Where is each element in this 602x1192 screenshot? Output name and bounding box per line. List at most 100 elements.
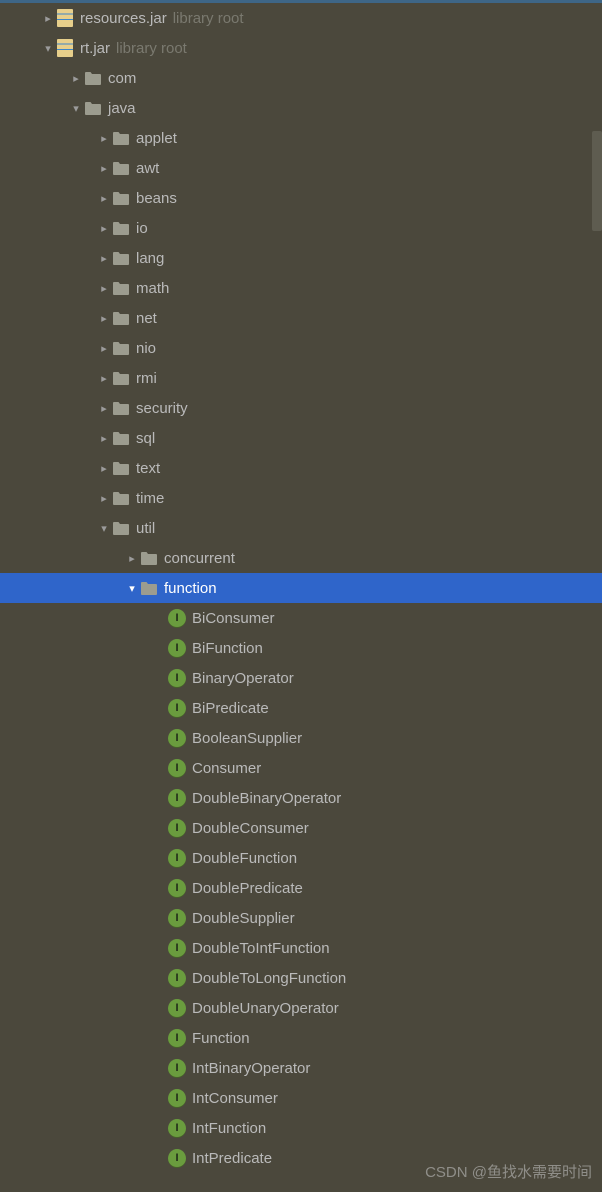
interface-icon: I <box>168 729 186 747</box>
tree-node-label: IntConsumer <box>192 1090 278 1107</box>
folder-icon <box>112 459 130 477</box>
expand-chevron-icon[interactable] <box>124 552 140 565</box>
tree-node-label: IntPredicate <box>192 1150 272 1167</box>
tree-node-label: DoublePredicate <box>192 880 303 897</box>
expand-chevron-icon[interactable] <box>96 522 112 535</box>
tree-row-rmi[interactable]: rmi <box>0 363 602 393</box>
interface-icon: I <box>168 939 186 957</box>
tree-container: resources.jarlibrary root rt.jar library r… <box>0 3 602 1173</box>
tree-row-consumer[interactable]: IConsumer <box>0 753 602 783</box>
expand-chevron-icon[interactable] <box>68 102 84 115</box>
tree-node-label: awt <box>136 160 159 177</box>
tree-row-doubleunaryoperator[interactable]: I DoubleUnaryOperator <box>0 993 602 1023</box>
tree-row-concurrent[interactable]: concurrent <box>0 543 602 573</box>
expand-chevron-icon[interactable] <box>96 462 112 475</box>
expand-chevron-icon[interactable] <box>96 372 112 385</box>
folder-icon <box>112 489 130 507</box>
folder-icon <box>112 249 130 267</box>
tree-row-net[interactable]: net <box>0 303 602 333</box>
tree-row-sql[interactable]: sql <box>0 423 602 453</box>
tree-node-label: function <box>164 580 217 597</box>
library-root-suffix: library root <box>116 40 187 57</box>
tree-row-bifunction[interactable]: IBiFunction <box>0 633 602 663</box>
tree-row-bipredicate[interactable]: IBiPredicate <box>0 693 602 723</box>
expand-chevron-icon[interactable] <box>96 252 112 265</box>
expand-chevron-icon[interactable] <box>40 12 56 25</box>
tree-node-label: security <box>136 400 188 417</box>
expand-chevron-icon[interactable] <box>96 192 112 205</box>
tree-row-booleansupplier[interactable]: IBooleanSupplier <box>0 723 602 753</box>
tree-row-doubletolongfunction[interactable]: IDoubleToLongFunction <box>0 963 602 993</box>
tree-row-awt[interactable]: awt <box>0 153 602 183</box>
tree-row-doublesupplier[interactable]: IDoubleSupplier <box>0 903 602 933</box>
tree-row-doubletointfunction[interactable]: I DoubleToIntFunction <box>0 933 602 963</box>
tree-node-label: time <box>136 490 164 507</box>
tree-row-com[interactable]: com <box>0 63 602 93</box>
tree-row-intfunction[interactable]: IIntFunction <box>0 1113 602 1143</box>
tree-row-lang[interactable]: lang <box>0 243 602 273</box>
folder-icon <box>140 549 158 567</box>
folder-icon <box>140 579 158 597</box>
expand-chevron-icon[interactable] <box>96 162 112 175</box>
tree-row-util[interactable]: util <box>0 513 602 543</box>
tree-row-nio[interactable]: nio <box>0 333 602 363</box>
folder-icon <box>112 129 130 147</box>
tree-row-doubleconsumer[interactable]: IDoubleConsumer <box>0 813 602 843</box>
expand-chevron-icon[interactable] <box>68 72 84 85</box>
expand-chevron-icon[interactable] <box>96 402 112 415</box>
tree-row-java[interactable]: java <box>0 93 602 123</box>
expand-chevron-icon[interactable] <box>96 342 112 355</box>
tree-node-label: rt.jar <box>80 40 110 57</box>
tree-node-label: DoubleSupplier <box>192 910 295 927</box>
interface-icon: I <box>168 999 186 1017</box>
tree-row-biconsumer[interactable]: IBiConsumer <box>0 603 602 633</box>
folder-icon <box>112 399 130 417</box>
tree-node-label: util <box>136 520 155 537</box>
expand-chevron-icon[interactable] <box>96 312 112 325</box>
tree-node-label: BiFunction <box>192 640 263 657</box>
folder-icon <box>112 429 130 447</box>
tree-row-doublebinaryoperator[interactable]: I DoubleBinaryOperator <box>0 783 602 813</box>
tree-row-intpredicate[interactable]: IIntPredicate <box>0 1143 602 1173</box>
interface-icon: I <box>168 789 186 807</box>
tree-node-label: lang <box>136 250 164 267</box>
folder-icon <box>112 519 130 537</box>
tree-row-applet[interactable]: applet <box>0 123 602 153</box>
tree-node-label: com <box>108 70 136 87</box>
interface-icon: I <box>168 669 186 687</box>
tree-row-math[interactable]: math <box>0 273 602 303</box>
tree-node-label: DoubleToIntFunction <box>192 940 330 957</box>
tree-row-intbinaryoperator[interactable]: IIntBinaryOperator <box>0 1053 602 1083</box>
folder-icon <box>112 309 130 327</box>
scrollbar-thumb[interactable] <box>592 131 602 231</box>
tree-node-label: DoubleUnaryOperator <box>192 1000 339 1017</box>
expand-chevron-icon[interactable] <box>124 582 140 595</box>
tree-row-intconsumer[interactable]: IIntConsumer <box>0 1083 602 1113</box>
tree-row-function[interactable]: function <box>0 573 602 603</box>
scrollbar-track[interactable] <box>592 3 602 1192</box>
tree-row-io[interactable]: io <box>0 213 602 243</box>
expand-chevron-icon[interactable] <box>96 132 112 145</box>
interface-icon: I <box>168 879 186 897</box>
tree-node-label: DoubleBinaryOperator <box>192 790 341 807</box>
expand-chevron-icon[interactable] <box>96 492 112 505</box>
tree-row-function[interactable]: IFunction <box>0 1023 602 1053</box>
interface-icon: I <box>168 1029 186 1047</box>
tree-node-label: BiPredicate <box>192 700 269 717</box>
expand-chevron-icon[interactable] <box>96 282 112 295</box>
expand-chevron-icon[interactable] <box>40 42 56 55</box>
tree-row-doublefunction[interactable]: IDoubleFunction <box>0 843 602 873</box>
expand-chevron-icon[interactable] <box>96 432 112 445</box>
tree-row-resources-jar[interactable]: resources.jarlibrary root <box>0 3 602 33</box>
tree-row-beans[interactable]: beans <box>0 183 602 213</box>
expand-chevron-icon[interactable] <box>96 222 112 235</box>
tree-row-time[interactable]: time <box>0 483 602 513</box>
tree-row-security[interactable]: security <box>0 393 602 423</box>
tree-node-label: nio <box>136 340 156 357</box>
tree-node-label: Consumer <box>192 760 261 777</box>
tree-row-text[interactable]: text <box>0 453 602 483</box>
tree-row-rt-jar[interactable]: rt.jar library root <box>0 33 602 63</box>
tree-row-binaryoperator[interactable]: IBinaryOperator <box>0 663 602 693</box>
project-tree-panel: resources.jarlibrary root rt.jar library r… <box>0 0 602 1192</box>
tree-row-doublepredicate[interactable]: I DoublePredicate <box>0 873 602 903</box>
